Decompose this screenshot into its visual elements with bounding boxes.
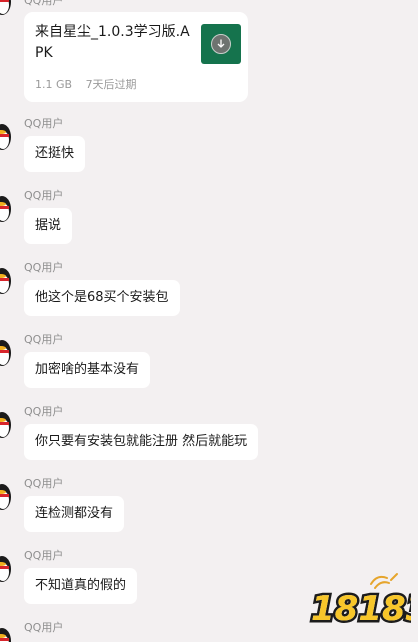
message-bubble[interactable]: 加密啥的基本没有 [24,352,151,388]
qq-penguin-avatar-icon[interactable] [0,0,12,16]
sender-name: QQ用户 [24,477,64,490]
18183-logo-icon: 18183 18183 [309,573,411,632]
apk-file-icon[interactable] [201,24,241,64]
sender-name: QQ用户 [24,261,64,274]
qq-penguin-avatar-icon[interactable] [0,481,12,511]
watermark-text-fill: 18183 [311,589,411,629]
message-bubble[interactable]: 你只要有安装包就能注册 然后就能玩 [24,424,259,460]
file-name: 来自星尘_1.0.3学习版.APK [35,24,190,61]
message-bubble[interactable]: 不知道真的假的 [24,568,138,604]
message-bubble[interactable]: 还挺快 [24,136,86,172]
sender-name: QQ用户 [24,0,64,7]
qq-penguin-avatar-icon[interactable] [0,265,12,295]
file-message: QQ用户 来自星尘_1.0.3学习版.APK 1.1 GB 7天后过期 [0,0,418,110]
sender-name: QQ用户 [24,333,64,346]
file-size: 1.1 GB [35,78,73,91]
file-card[interactable]: 来自星尘_1.0.3学习版.APK 1.1 GB 7天后过期 [24,12,248,102]
message-bubble[interactable]: 他这个是68买个安装包 [24,280,180,316]
sender-name: QQ用户 [24,189,64,202]
download-icon [211,34,231,54]
qq-penguin-avatar-icon[interactable] [0,625,12,642]
file-meta: 1.1 GB 7天后过期 [35,76,137,92]
qq-penguin-avatar-icon[interactable] [0,121,12,151]
qq-penguin-avatar-icon[interactable] [0,193,12,223]
chat-message-list[interactable]: QQ用户 来自星尘_1.0.3学习版.APK 1.1 GB 7天后过期 QQ用户… [0,0,418,642]
qq-penguin-avatar-icon[interactable] [0,409,12,439]
sender-name: QQ用户 [24,405,64,418]
sender-name: QQ用户 [24,549,64,562]
qq-penguin-avatar-icon[interactable] [0,337,12,367]
sender-name: QQ用户 [24,621,64,634]
qq-penguin-avatar-icon[interactable] [0,553,12,583]
sender-name: QQ用户 [24,117,64,130]
message-bubble[interactable]: 据说 [24,208,73,244]
file-expiry: 7天后过期 [85,78,137,91]
message-bubble[interactable]: 连检测都没有 [24,496,125,532]
